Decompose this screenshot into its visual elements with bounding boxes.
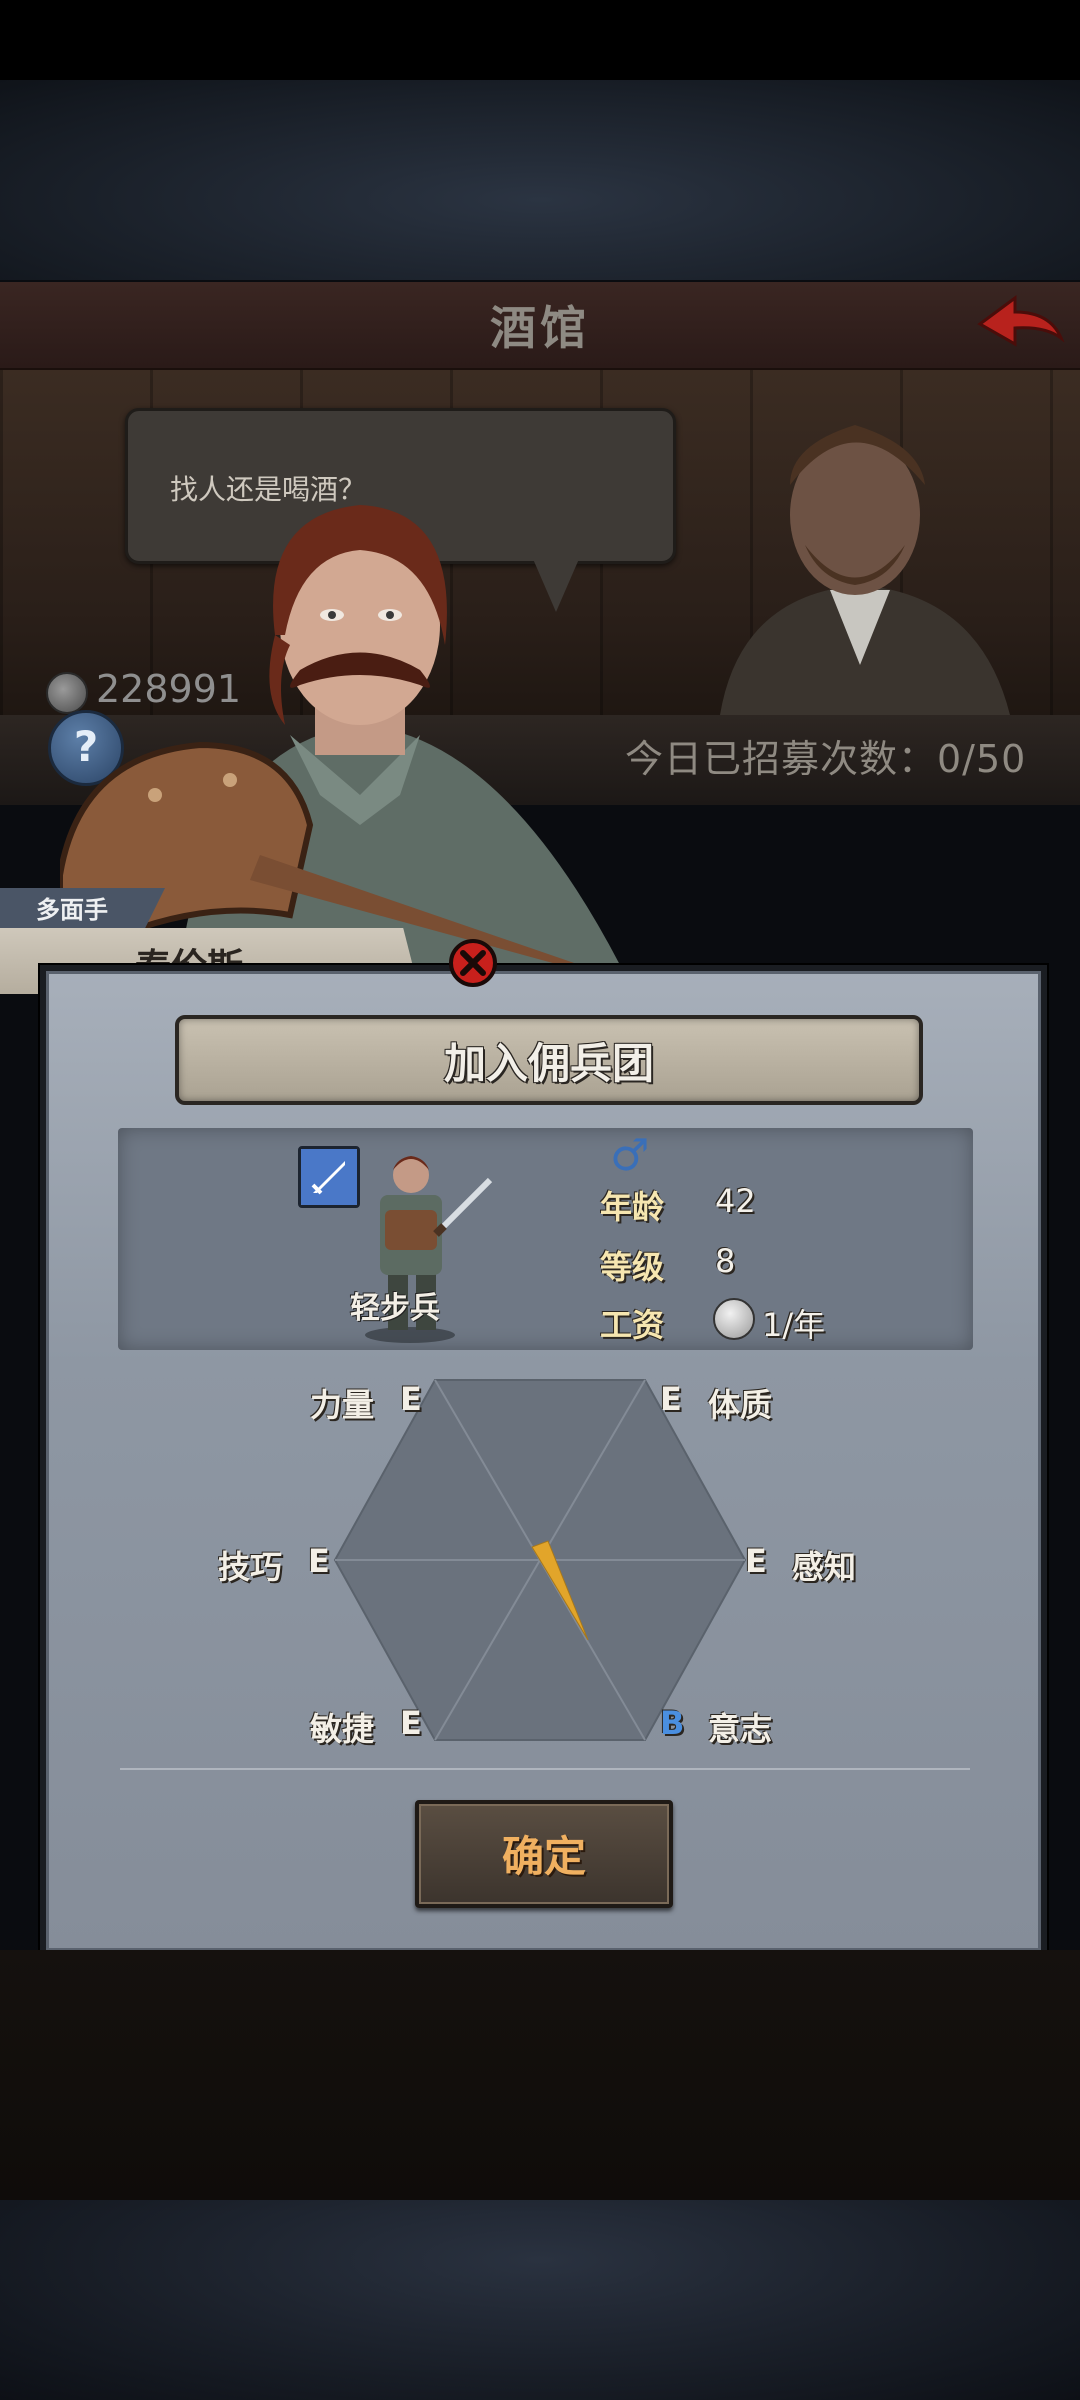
age-value: 42 xyxy=(715,1182,756,1220)
attr-perception-label: 感知 xyxy=(792,1548,857,1586)
attr-perception-grade: E xyxy=(745,1542,767,1580)
level-value: 8 xyxy=(715,1242,736,1280)
confirm-button-label[interactable]: 确定 xyxy=(415,1823,673,1884)
attr-agility-label: 敏捷 xyxy=(310,1710,375,1748)
trait-label: 多面手 xyxy=(36,896,108,924)
silver-coin-icon xyxy=(713,1298,755,1340)
status-bar xyxy=(0,0,1080,80)
attr-skill-grade: E xyxy=(308,1542,330,1580)
page-title: 酒馆 xyxy=(490,301,590,355)
sword-icon xyxy=(298,1146,360,1208)
wage-label: 工资 xyxy=(600,1306,665,1344)
bartender-portrait xyxy=(720,425,1010,715)
attr-will-label: 意志 xyxy=(708,1710,773,1748)
attr-constitution-grade: E xyxy=(660,1380,682,1418)
unit-info-panel xyxy=(118,1128,973,1350)
back-arrow-icon[interactable] xyxy=(975,290,1065,360)
class-label: 轻步兵 xyxy=(350,1291,440,1326)
male-icon: ♂ xyxy=(610,1130,650,1181)
age-label: 年龄 xyxy=(600,1188,665,1226)
close-icon[interactable] xyxy=(448,938,498,988)
backdrop xyxy=(0,2200,1080,2400)
attr-agility-grade: E xyxy=(400,1704,422,1742)
attr-strength-label: 力量 xyxy=(310,1386,375,1424)
recruit-count: 今日已招募次数：0/50 xyxy=(625,737,1027,781)
dialog-title: 加入佣兵团 xyxy=(443,1039,654,1088)
level-label: 等级 xyxy=(600,1248,665,1286)
wage-value: 1/年 xyxy=(762,1306,826,1344)
tavern-floor xyxy=(0,1950,1080,2200)
backdrop xyxy=(0,80,1080,280)
attr-strength-grade: E xyxy=(400,1380,422,1418)
divider xyxy=(120,1768,970,1770)
attribute-radar-chart xyxy=(333,1379,747,1741)
attr-will-grade: B xyxy=(660,1704,685,1742)
attr-constitution-label: 体质 xyxy=(708,1386,773,1424)
attr-skill-label: 技巧 xyxy=(218,1548,283,1586)
